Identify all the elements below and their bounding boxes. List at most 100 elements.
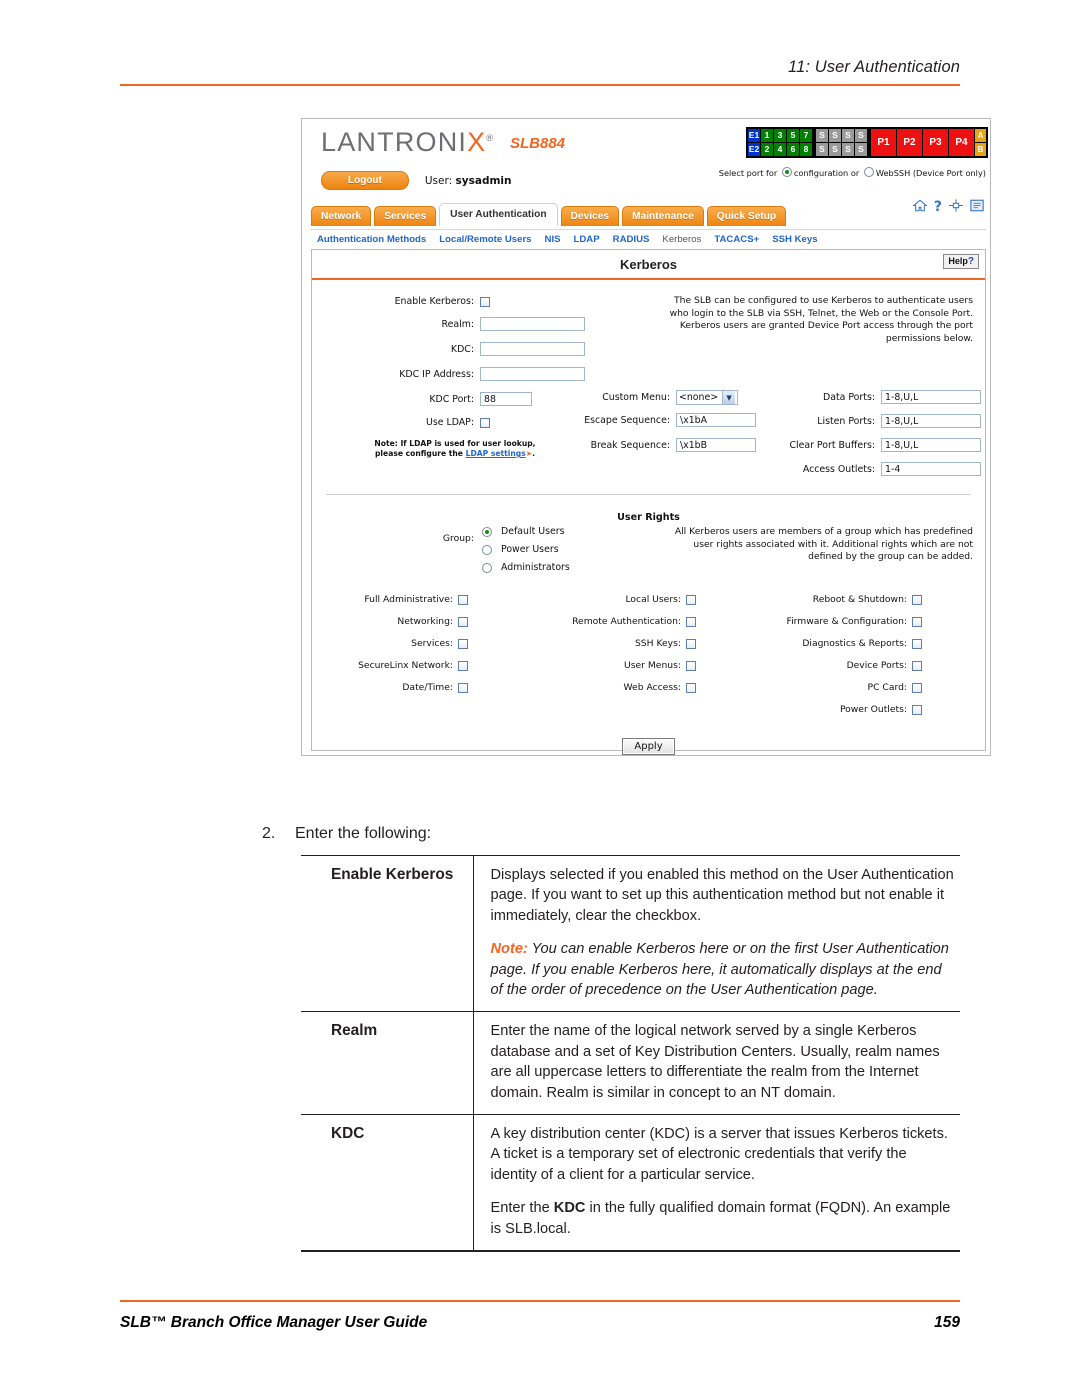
group-option-default-users[interactable]: Default Users [482, 526, 565, 537]
serial-slot-7[interactable]: S [842, 143, 854, 156]
power-port-p1[interactable]: P1 [871, 129, 896, 156]
outlet-a[interactable]: A [975, 129, 986, 142]
subnav-ldap[interactable]: LDAP [574, 234, 600, 245]
right-firmware-configuration-checkbox[interactable] [912, 616, 922, 627]
right-networking-checkbox[interactable] [458, 616, 468, 627]
subnav-ssh-keys[interactable]: SSH Keys [772, 234, 817, 245]
group-option-administrators[interactable]: Administrators [482, 562, 570, 573]
radio-configuration[interactable] [781, 167, 792, 177]
subnav-local-remote-users[interactable]: Local/Remote Users [439, 234, 531, 245]
right-networking[interactable]: Networking: [318, 616, 468, 627]
device-port-4[interactable]: 4 [774, 143, 786, 156]
right-pc-card[interactable]: PC Card: [732, 682, 922, 693]
device-port-3[interactable]: 3 [774, 129, 786, 142]
device-port-5[interactable]: 5 [787, 129, 799, 142]
right-web-access[interactable]: Web Access: [512, 682, 696, 693]
right-pc-card-checkbox[interactable] [912, 682, 922, 693]
custom-menu-select[interactable]: <none> ▼ [676, 390, 739, 405]
right-firmware-configuration[interactable]: Firmware & Configuration: [732, 616, 922, 627]
kdc-input[interactable] [480, 342, 585, 356]
port-map[interactable]: E1 E2 1 2 3 4 5 6 7 8 S S S S S S S S P1… [746, 127, 988, 158]
right-services[interactable]: Services: [318, 638, 468, 649]
right-user-menus[interactable]: User Menus: [512, 660, 696, 671]
subnav-kerberos[interactable]: Kerberos [662, 234, 701, 245]
tab-quick-setup[interactable]: Quick Setup [706, 206, 787, 226]
logout-button[interactable]: Logout [321, 171, 409, 190]
power-port-p3[interactable]: P3 [923, 129, 948, 156]
kdc-ip-address-input[interactable] [480, 367, 585, 381]
right-diagnostics-reports[interactable]: Diagnostics & Reports: [732, 638, 922, 649]
right-date-time-checkbox[interactable] [458, 682, 468, 693]
right-securelinx-network-checkbox[interactable] [458, 660, 468, 671]
subnav-tacacs[interactable]: TACACS+ [714, 234, 759, 245]
clear-port-buffers-input[interactable] [881, 438, 981, 452]
serial-slot-2[interactable]: S [829, 129, 841, 142]
right-power-outlets-checkbox[interactable] [912, 704, 922, 715]
outlet-b[interactable]: B [975, 143, 986, 156]
device-port-8[interactable]: 8 [800, 143, 812, 156]
break-sequence-input[interactable] [676, 438, 756, 452]
access-outlets-input[interactable] [881, 462, 981, 476]
device-port-1[interactable]: 1 [761, 129, 773, 142]
device-port-2[interactable]: 2 [761, 143, 773, 156]
escape-sequence-input[interactable] [676, 413, 756, 427]
home-icon[interactable] [912, 197, 928, 216]
apply-button[interactable]: Apply [622, 738, 675, 755]
radio-default-users[interactable] [482, 526, 492, 537]
help-button[interactable]: Help? [943, 254, 979, 269]
eth-port-e2[interactable]: E2 [748, 143, 760, 156]
realm-input[interactable] [480, 317, 585, 331]
power-port-p4[interactable]: P4 [949, 129, 974, 156]
enable-kerberos-checkbox[interactable] [480, 296, 490, 307]
right-local-users-checkbox[interactable] [686, 594, 696, 605]
tab-user-authentication[interactable]: User Authentication [439, 203, 558, 226]
right-reboot-shutdown[interactable]: Reboot & Shutdown: [732, 594, 922, 605]
right-services-checkbox[interactable] [458, 638, 468, 649]
serial-slot-6[interactable]: S [829, 143, 841, 156]
power-port-p2[interactable]: P2 [897, 129, 922, 156]
eth-port-e1[interactable]: E1 [748, 129, 760, 142]
right-ssh-keys-checkbox[interactable] [686, 638, 696, 649]
group-option-power-users[interactable]: Power Users [482, 544, 559, 555]
tab-services[interactable]: Services [374, 206, 437, 226]
right-device-ports-checkbox[interactable] [912, 660, 922, 671]
right-securelinx-network[interactable]: SecureLinx Network: [318, 660, 468, 671]
logs-icon[interactable] [970, 197, 984, 216]
kdc-port-input[interactable] [480, 392, 532, 406]
use-ldap-checkbox[interactable] [480, 417, 490, 428]
radio-webssh[interactable] [863, 167, 874, 177]
right-full-administrative-checkbox[interactable] [458, 594, 468, 605]
help-icon[interactable]: ? [934, 199, 942, 215]
subnav-nis[interactable]: NIS [545, 234, 561, 245]
radio-administrators[interactable] [482, 562, 492, 573]
serial-slot-5[interactable]: S [816, 143, 828, 156]
right-user-menus-checkbox[interactable] [686, 660, 696, 671]
device-port-6[interactable]: 6 [787, 143, 799, 156]
tab-devices[interactable]: Devices [560, 206, 620, 226]
serial-slot-8[interactable]: S [855, 143, 867, 156]
device-port-7[interactable]: 7 [800, 129, 812, 142]
serial-slot-4[interactable]: S [855, 129, 867, 142]
serial-slot-1[interactable]: S [816, 129, 828, 142]
right-remote-authentication-checkbox[interactable] [686, 616, 696, 627]
tab-maintenance[interactable]: Maintenance [622, 206, 704, 226]
right-web-access-checkbox[interactable] [686, 682, 696, 693]
serial-slot-3[interactable]: S [842, 129, 854, 142]
subnav-radius[interactable]: RADIUS [613, 234, 650, 245]
right-local-users[interactable]: Local Users: [512, 594, 696, 605]
right-power-outlets[interactable]: Power Outlets: [732, 704, 922, 715]
right-date-time[interactable]: Date/Time: [318, 682, 468, 693]
right-ssh-keys[interactable]: SSH Keys: [512, 638, 696, 649]
ldap-settings-link[interactable]: LDAP settings [466, 449, 526, 458]
radio-power-users[interactable] [482, 544, 492, 555]
sitemap-icon[interactable] [949, 197, 963, 216]
tab-network[interactable]: Network [311, 206, 372, 226]
right-reboot-shutdown-checkbox[interactable] [912, 594, 922, 605]
right-device-ports[interactable]: Device Ports: [732, 660, 922, 671]
data-ports-input[interactable] [881, 390, 981, 404]
right-diagnostics-reports-checkbox[interactable] [912, 638, 922, 649]
subnav-authentication-methods[interactable]: Authentication Methods [317, 234, 426, 245]
right-full-administrative[interactable]: Full Administrative: [318, 594, 468, 605]
right-remote-authentication[interactable]: Remote Authentication: [512, 616, 696, 627]
listen-ports-input[interactable] [881, 414, 981, 428]
